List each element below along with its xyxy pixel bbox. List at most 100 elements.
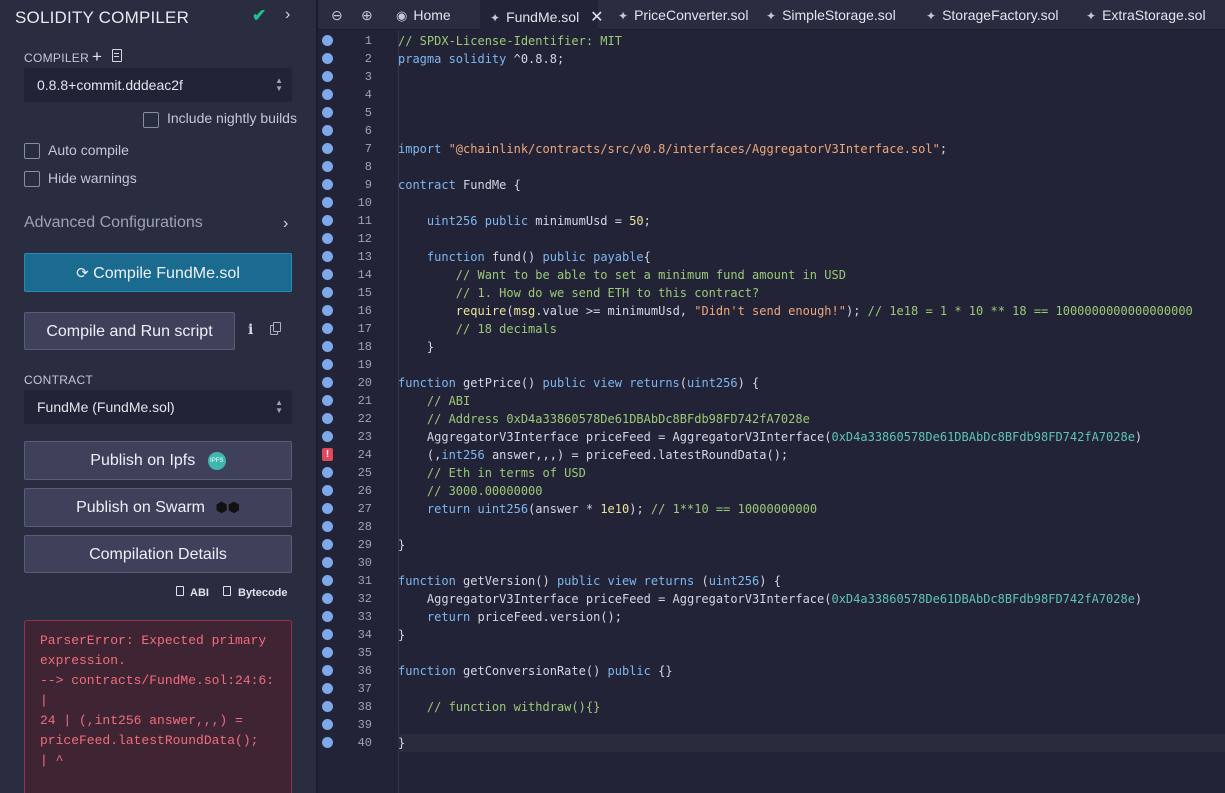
breakpoint-icon[interactable] [322,593,333,604]
breakpoint-icon[interactable] [322,323,333,334]
gutter-row[interactable]: 27 [318,500,398,518]
breakpoint-icon[interactable] [322,305,333,316]
code-line[interactable]: import "@chainlink/contracts/src/v0.8/in… [398,140,1225,158]
breakpoint-icon[interactable] [322,233,333,244]
gutter-row[interactable]: 1 [318,32,398,50]
tab-fundme[interactable]: ✦ FundMe.sol ✕ [480,0,604,30]
breakpoint-icon[interactable] [322,395,333,406]
gutter-row[interactable]: 8 [318,158,398,176]
code-editor[interactable]: 1 2 3 4 5 6 7 8 9 10 11 12 13 14 15 16 17 18 19 20 21 22 23! 24… [318,30,1225,793]
code-line[interactable]: AggregatorV3Interface priceFeed = Aggreg… [398,428,1225,446]
nightly-builds-checkbox[interactable] [143,112,159,128]
breakpoint-icon[interactable] [322,413,333,424]
code-line[interactable]: AggregatorV3Interface priceFeed = Aggreg… [398,590,1225,608]
breakpoint-icon[interactable] [322,683,333,694]
breakpoint-icon[interactable] [322,485,333,496]
breakpoint-icon[interactable] [322,143,333,154]
breakpoint-icon[interactable] [322,161,333,172]
copy-abi-link[interactable]: ABI [190,587,209,599]
gutter-row[interactable]: 21 [318,392,398,410]
code-line[interactable] [398,680,1225,698]
breakpoint-icon[interactable] [322,701,333,712]
gutter-row[interactable]: 29 [318,536,398,554]
advanced-configurations-toggle[interactable]: Advanced Configurations [24,214,203,232]
code-line[interactable] [398,122,1225,140]
gutter-row[interactable]: 23 [318,428,398,446]
code-line[interactable] [398,158,1225,176]
gutter-row[interactable]: 20 [318,374,398,392]
breakpoint-icon[interactable] [322,665,333,676]
code-line[interactable]: } [398,734,1225,752]
breakpoint-icon[interactable] [322,467,333,478]
code-line[interactable]: contract FundMe { [398,176,1225,194]
tab-home[interactable]: ◉ Home [388,0,480,30]
gutter-row[interactable]: 33 [318,608,398,626]
breakpoint-icon[interactable] [322,377,333,388]
tab-priceconverter[interactable]: ✦ PriceConverter.sol [606,0,758,30]
gutter-row[interactable]: 15 [318,284,398,302]
breakpoint-icon[interactable] [322,53,333,64]
gutter-row[interactable]: 34 [318,626,398,644]
breakpoint-icon[interactable] [322,719,333,730]
breakpoint-icon[interactable] [322,557,333,568]
code-line[interactable]: pragma solidity ^0.8.8; [398,50,1225,68]
gutter-row[interactable]: 10 [318,194,398,212]
gutter-row[interactable]: 12 [318,230,398,248]
breakpoint-icon[interactable] [322,125,333,136]
auto-compile-checkbox[interactable] [24,143,40,159]
gutter-row[interactable]: 28 [318,518,398,536]
code-line[interactable]: return priceFeed.version(); [398,608,1225,626]
breakpoint-icon[interactable] [322,521,333,532]
gutter-row[interactable]: 6 [318,122,398,140]
breakpoint-icon[interactable] [322,89,333,100]
breakpoint-icon[interactable] [322,251,333,262]
breakpoint-icon[interactable] [322,737,333,748]
code-line[interactable]: function getConversionRate() public {} [398,662,1225,680]
breakpoint-icon[interactable] [322,503,333,514]
gutter-row[interactable]: 19 [318,356,398,374]
publish-swarm-button[interactable]: Publish on Swarm ⬢⬢ [24,488,292,527]
compiler-version-select[interactable]: 0.8.8+commit.dddeac2f ▲ ▼ [24,68,292,102]
gutter-row[interactable]: 17 [318,320,398,338]
breakpoint-icon[interactable] [322,539,333,550]
code-line[interactable] [398,194,1225,212]
tab-extrastorage[interactable]: ✦ ExtraStorage.sol [1084,0,1225,30]
chevron-right-icon[interactable]: › [283,215,288,233]
code-line[interactable] [398,86,1225,104]
code-line[interactable]: return uint256(answer * 1e10); // 1**10 … [398,500,1225,518]
breakpoint-icon[interactable] [322,71,333,82]
code-line[interactable] [398,356,1225,374]
code-line[interactable] [398,518,1225,536]
code-line[interactable]: function getVersion() public view return… [398,572,1225,590]
code-line[interactable]: uint256 public minimumUsd = 50; [398,212,1225,230]
gutter-row[interactable]: 11 [318,212,398,230]
code-line[interactable]: function fund() public payable{ [398,248,1225,266]
breakpoint-icon[interactable] [322,431,333,442]
code-line[interactable] [398,104,1225,122]
gutter-row[interactable]: 4 [318,86,398,104]
code-line[interactable]: require(msg.value >= minimumUsd, "Didn't… [398,302,1225,320]
copy-bytecode-icon[interactable] [223,586,231,596]
copy-bytecode-link[interactable]: Bytecode [238,587,288,599]
gutter-row[interactable]: 40 [318,734,398,752]
gutter-row[interactable]: 38 [318,698,398,716]
gutter-row[interactable]: 3 [318,68,398,86]
editor-gutter[interactable]: 1 2 3 4 5 6 7 8 9 10 11 12 13 14 15 16 17 18 19 20 21 22 23! 24… [318,30,398,793]
zoom-out-icon[interactable]: ⊖ [331,7,343,24]
gutter-row[interactable]: 5 [318,104,398,122]
copy-abi-icon[interactable] [176,586,184,596]
gutter-row[interactable]: 13 [318,248,398,266]
gutter-row[interactable]: 37 [318,680,398,698]
code-line[interactable] [398,716,1225,734]
breakpoint-icon[interactable] [322,575,333,586]
gutter-row[interactable]: 22 [318,410,398,428]
code-line[interactable]: } [398,338,1225,356]
add-compiler-icon[interactable]: + [92,47,102,67]
gutter-row[interactable]: 39 [318,716,398,734]
breakpoint-icon[interactable] [322,197,333,208]
file-icon[interactable] [112,49,122,62]
code-line[interactable] [398,554,1225,572]
code-line[interactable]: // ABI [398,392,1225,410]
gutter-row[interactable]: 36 [318,662,398,680]
gutter-row[interactable]: 26 [318,482,398,500]
